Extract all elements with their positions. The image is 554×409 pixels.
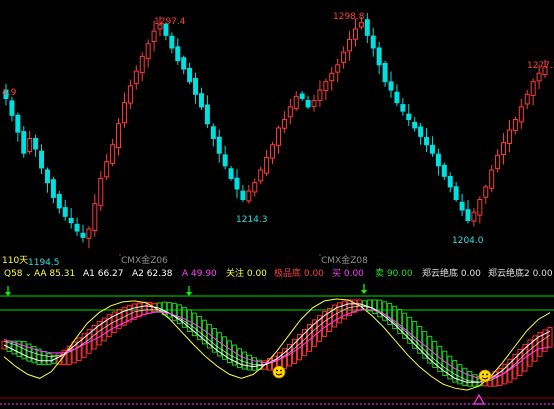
period-label: 110天 [2,256,29,266]
low2-price-label: 1204.0 [452,236,484,246]
last-price-label: 1277.3 [527,61,554,71]
chevron-down-icon[interactable]: ⌄ [25,268,32,280]
low1-price-label: 1214.3 [236,215,268,225]
indicator-zhengyun-value: 郑云绝底 0.00 [422,269,481,279]
indicator-chart[interactable] [0,280,554,409]
indicator-jipinde-value: 极品底 0.00 [274,269,324,279]
contract-tag-1: CMX金Z06 [121,256,168,266]
indicator-a2-value: A2 62.38 [132,269,173,279]
futures-chart-window: 4.9 1297.4 1298.8 1277.3 1214.3 1204.0 1… [0,0,554,409]
indicator-guanzhu-value: 关注 0.00 [226,269,267,279]
candlestick-chart[interactable] [0,0,554,256]
indicator-zhengyun2-value: 郑云绝底2 0.00 [488,269,553,279]
indicator-name[interactable]: Q58 [4,268,23,280]
indicator-a1-value: A1 66.27 [83,269,124,279]
indicator-mai2-value: 卖 90.00 [375,269,413,279]
indicator-a-value: A 49.90 [182,269,217,279]
indicator-value-bar: Q58 ⌄ AA 85.31 A1 66.27 A2 62.38 A 49.90… [0,268,554,280]
high2-price-label: 1298.8 [333,12,365,22]
smiley-face-icon [478,369,492,383]
smiley-face-icon [272,365,286,379]
indicator-mai-value: 买 0.00 [332,269,364,279]
contract-tag-2: CMX金Z08 [321,256,368,266]
indicator-aa-value: AA 85.31 [34,269,76,279]
high1-price-label: 1297.4 [154,17,186,27]
left-edge-price-label: 4.9 [2,88,17,98]
